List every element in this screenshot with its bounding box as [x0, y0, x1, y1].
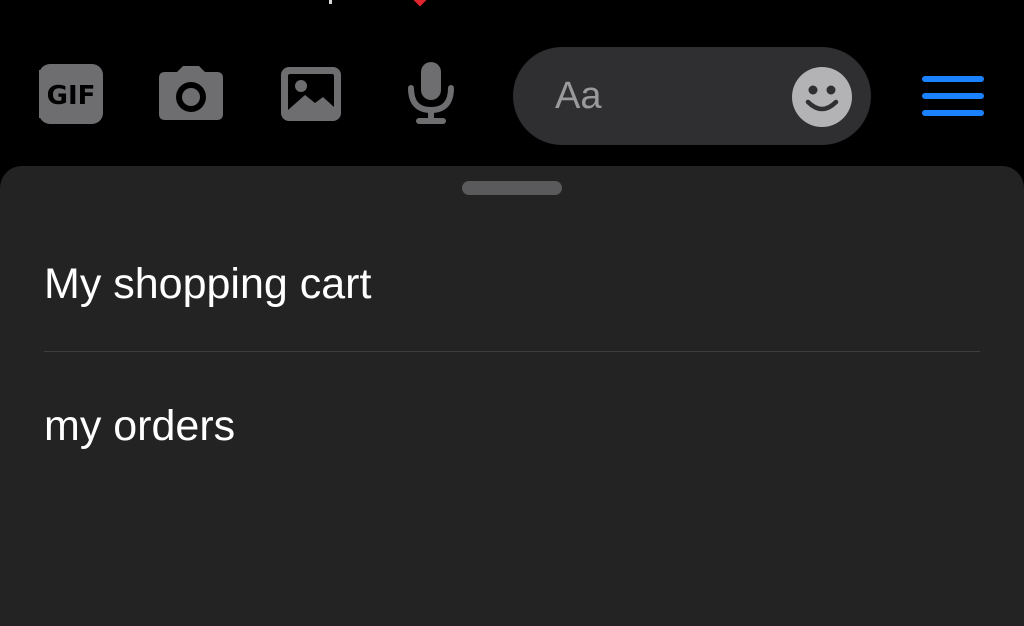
divider — [44, 351, 980, 352]
message-field[interactable] — [513, 47, 871, 145]
top-edge-fragment — [0, 0, 1024, 10]
notification-marker — [411, 0, 429, 7]
quick-options-sheet: My shopping cart my orders — [0, 166, 1024, 626]
camera-button[interactable] — [156, 62, 226, 126]
photo-button[interactable] — [276, 62, 346, 126]
voice-button[interactable] — [396, 62, 466, 126]
camera-icon — [159, 66, 223, 120]
sheet-grabber[interactable] — [462, 181, 562, 195]
option-my-shopping-cart[interactable]: My shopping cart — [44, 256, 980, 312]
message-input[interactable] — [555, 67, 775, 125]
gif-icon: GIF — [39, 64, 103, 124]
menu-icon — [922, 76, 984, 116]
image-icon — [281, 67, 341, 121]
gif-button[interactable]: GIF — [36, 62, 106, 126]
message-composer-toolbar: GIF — [0, 40, 1024, 150]
option-my-orders[interactable]: my orders — [44, 398, 980, 454]
menu-button[interactable] — [916, 68, 990, 124]
microphone-icon — [408, 62, 454, 124]
emoji-icon[interactable] — [791, 66, 853, 128]
status-fragment — [329, 0, 332, 4]
svg-text:GIF: GIF — [47, 81, 96, 111]
